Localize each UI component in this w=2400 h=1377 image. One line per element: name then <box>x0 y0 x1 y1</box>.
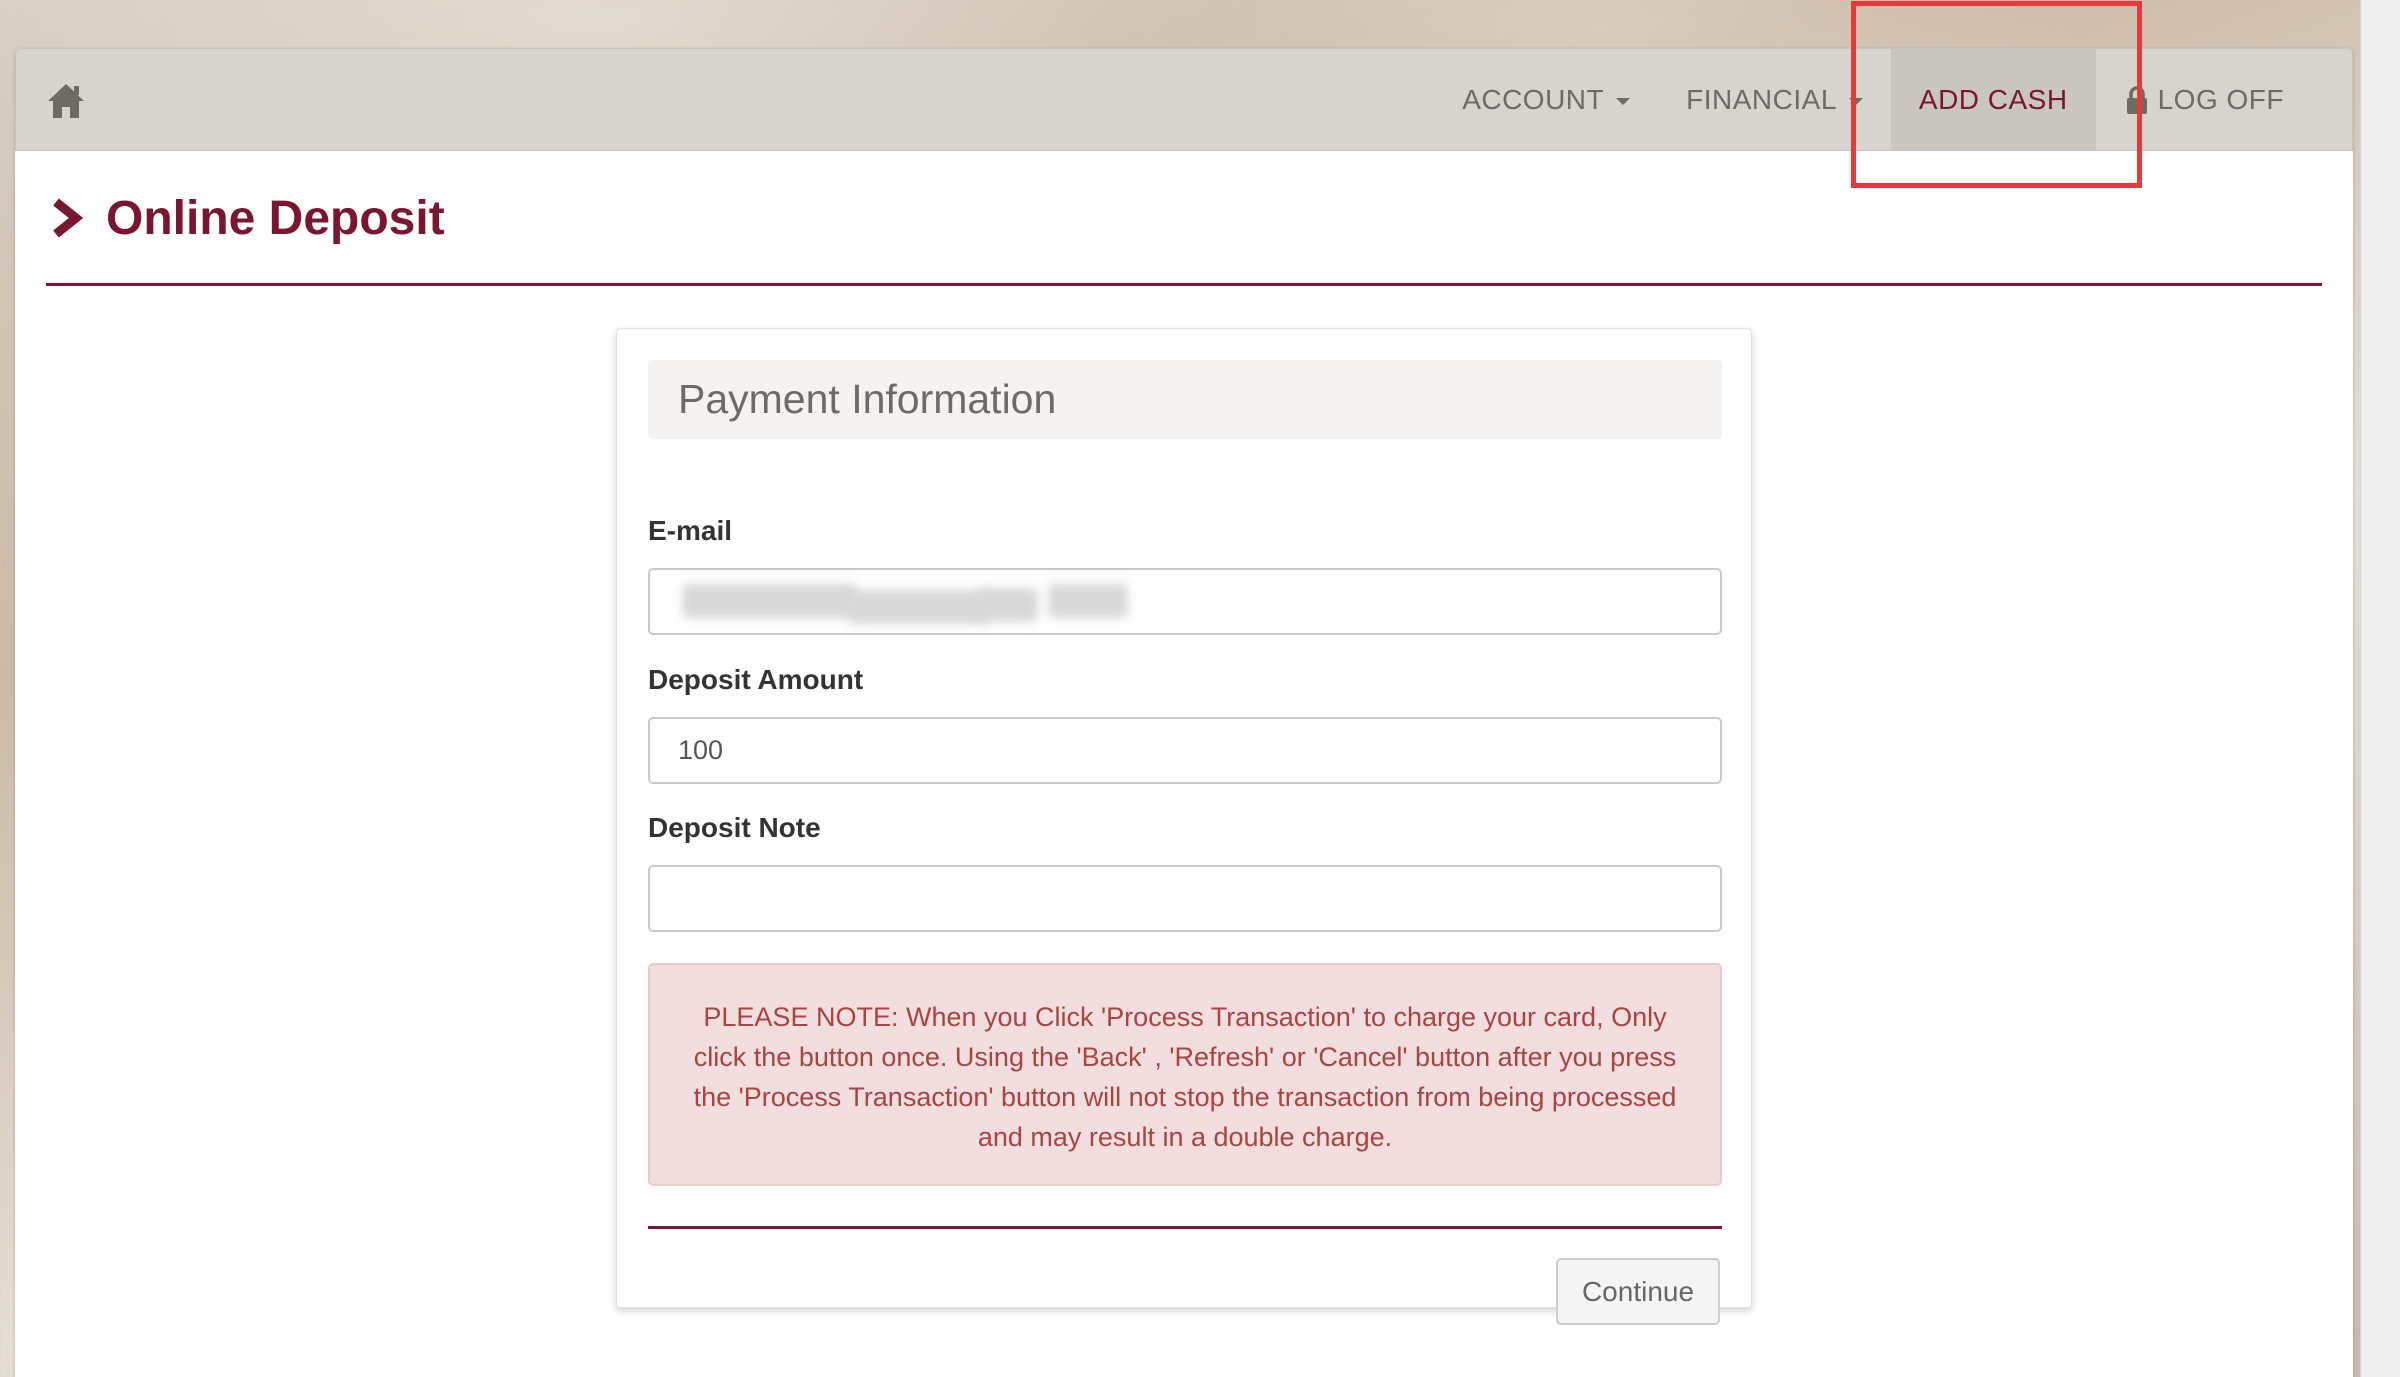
card-header: Payment Information <box>648 360 1722 439</box>
nav-item-account-label: ACCOUNT <box>1462 83 1605 115</box>
home-icon <box>48 84 84 118</box>
email-label: E-mail <box>648 515 733 546</box>
notice-alert: PLEASE NOTE: When you Click 'Process Tra… <box>648 963 1722 1186</box>
deposit-amount-field[interactable] <box>648 717 1722 784</box>
chevron-right-icon <box>53 198 84 238</box>
home-button[interactable] <box>46 81 86 121</box>
deposit-amount-label: Deposit Amount <box>648 664 864 695</box>
continue-button[interactable]: Continue <box>1556 1258 1720 1325</box>
nav-item-financial[interactable]: FINANCIAL <box>1658 49 1891 150</box>
card-divider <box>648 1226 1722 1229</box>
deposit-note-label: Deposit Note <box>648 812 821 843</box>
deposit-note-field[interactable] <box>648 865 1722 932</box>
email-field[interactable] <box>648 568 1722 635</box>
nav-item-add-cash-label: ADD CASH <box>1918 83 2068 115</box>
page-title: Online Deposit <box>106 191 445 245</box>
title-divider <box>46 283 2322 286</box>
nav-item-financial-label: FINANCIAL <box>1686 83 1837 115</box>
nav-item-add-cash[interactable]: ADD CASH <box>1890 49 2096 150</box>
page-title-row: Online Deposit <box>50 188 445 248</box>
payment-card: Payment Information E-mail Deposit Amoun… <box>616 328 1752 1325</box>
caret-down-icon <box>1616 98 1631 105</box>
page-container: ACCOUNT FINANCIAL ADD CASH LOG OFF Onlin… <box>15 48 2353 1377</box>
top-navbar: ACCOUNT FINANCIAL ADD CASH LOG OFF <box>15 48 2353 151</box>
lock-icon <box>2126 85 2147 114</box>
caret-down-icon <box>1848 98 1863 105</box>
nav-menu: ACCOUNT FINANCIAL ADD CASH LOG OFF <box>1434 49 2312 150</box>
nav-item-log-off-label: LOG OFF <box>2157 83 2284 115</box>
window-scrollbar-track[interactable] <box>2360 0 2400 1377</box>
nav-item-account[interactable]: ACCOUNT <box>1434 49 1658 150</box>
nav-item-log-off[interactable]: LOG OFF <box>2096 49 2312 150</box>
